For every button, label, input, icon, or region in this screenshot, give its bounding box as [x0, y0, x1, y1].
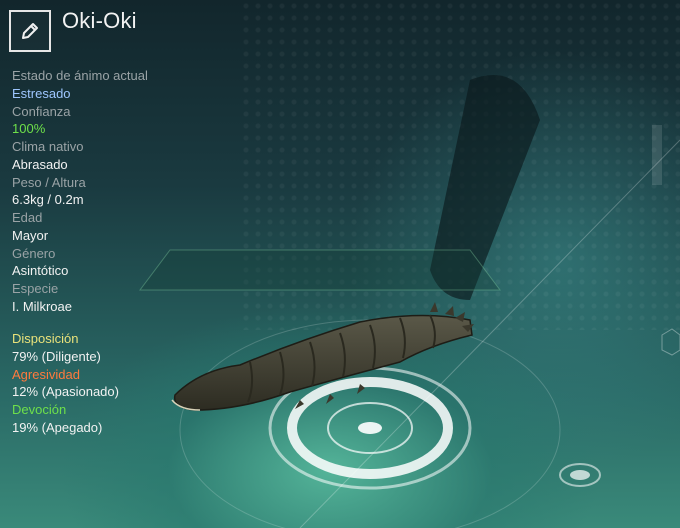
- stat-weight-height: Peso / Altura 6.3kg / 0.2m: [12, 174, 232, 210]
- trait-aggression: Agresividad 12% (Apasionado): [12, 366, 232, 402]
- trait-label: Disposición: [12, 331, 79, 346]
- stat-climate: Clima nativo Abrasado: [12, 138, 232, 174]
- trait-value: 12% (Apasionado): [12, 384, 119, 399]
- trait-disposition: Disposición 79% (Diligente): [12, 330, 232, 366]
- stat-mood: Estado de ánimo actual Estresado: [12, 67, 232, 103]
- pencil-icon: [22, 23, 38, 39]
- stat-age: Edad Mayor: [12, 209, 232, 245]
- trait-value: 19% (Apegado): [12, 419, 103, 435]
- stat-value: Abrasado: [12, 156, 68, 172]
- trait-value: 79% (Diligente): [12, 348, 101, 364]
- edit-name-button[interactable]: [9, 10, 51, 52]
- stat-label: Especie: [12, 281, 59, 296]
- stat-label: Confianza: [12, 103, 71, 119]
- trait-devotion: Devoción 19% (Apegado): [12, 401, 232, 437]
- stat-gender: Género Asintótico: [12, 245, 232, 281]
- stat-label: Género: [12, 245, 56, 261]
- creature-stats: Estado de ánimo actual Estresado Confian…: [12, 67, 232, 316]
- stat-value: I. Milkroae: [12, 298, 72, 314]
- stat-value: Mayor: [12, 227, 49, 243]
- stat-value: 100%: [12, 121, 46, 136]
- trait-label: Agresividad: [12, 366, 80, 382]
- trait-label: Devoción: [12, 402, 67, 417]
- stat-value: Asintótico: [12, 263, 69, 278]
- stat-label: Peso / Altura: [12, 174, 86, 190]
- stat-label: Estado de ánimo actual: [12, 68, 148, 83]
- stat-trust: Confianza 100%: [12, 103, 232, 139]
- stat-value: 6.3kg / 0.2m: [12, 192, 84, 207]
- stat-species: Especie I. Milkroae: [12, 280, 232, 316]
- stat-label: Clima nativo: [12, 139, 84, 154]
- creature-name: Oki-Oki: [62, 8, 137, 33]
- stat-label: Edad: [12, 210, 43, 225]
- stat-value: Estresado: [12, 85, 71, 101]
- creature-traits: Disposición 79% (Diligente) Agresividad …: [12, 330, 232, 437]
